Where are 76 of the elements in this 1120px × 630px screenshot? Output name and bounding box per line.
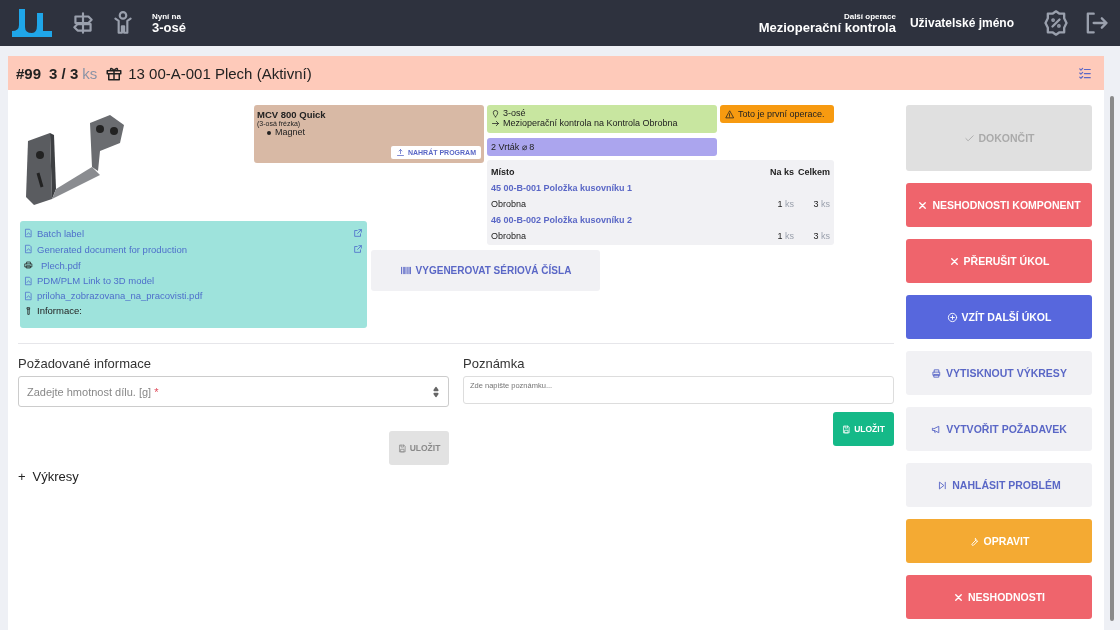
section-title: Poznámka — [463, 356, 526, 373]
document-link[interactable]: priloha_zobrazovana_na_pracovisti.pdf — [37, 290, 203, 301]
part-name: 13 00-A-001 Plech (Aktivní) — [128, 64, 312, 82]
workplace-name: 3-osé — [503, 108, 526, 118]
printer-icon — [24, 260, 33, 270]
tool-label: 2 Vrták ⌀ 8 — [487, 138, 717, 156]
column-header: Místo — [491, 167, 516, 177]
machine-name: MCV 800 Quick — [257, 109, 327, 120]
save-button[interactable]: ULOŽIT — [833, 412, 894, 446]
quantity-cell: 3 ks — [813, 199, 830, 209]
section-title: Požadované informace — [18, 356, 152, 373]
section-title: Výkresy — [32, 468, 79, 484]
printer-icon — [931, 367, 943, 379]
info-icon — [24, 305, 33, 316]
barcode-icon — [399, 266, 412, 275]
close-icon — [953, 591, 964, 603]
generate-serials-button[interactable]: VYGENEROVAT SÉRIOVÁ ČÍSLA — [371, 250, 600, 291]
action-button[interactable]: NESHODNOSTI — [906, 575, 1092, 619]
quantity-cell: 1 ks — [777, 199, 794, 209]
document-icon — [24, 290, 33, 301]
check-icon — [963, 132, 975, 144]
column-header: Celkem — [796, 167, 830, 177]
external-link-icon[interactable] — [353, 244, 363, 254]
skip-icon — [937, 479, 949, 491]
document-icon — [24, 244, 33, 254]
quantity-cell: 3 ks — [813, 231, 830, 241]
now-value: 3-osé — [152, 21, 186, 34]
action-button[interactable]: VYTVOŘIT POŽADAVEK — [906, 407, 1092, 451]
document-icon — [24, 228, 33, 238]
spinner-arrows-icon — [432, 385, 440, 398]
document-link[interactable]: Plech.pdf — [41, 259, 81, 271]
discount-badge-icon[interactable] — [1042, 9, 1070, 37]
signpost-icon[interactable] — [70, 10, 96, 36]
component-link[interactable]: 45 00-B-001 Položka kusovníku 1 — [491, 183, 830, 193]
action-button[interactable]: VZÍT DALŠÍ ÚKOL — [906, 295, 1092, 339]
wrench-icon — [968, 535, 980, 547]
close-icon — [948, 255, 960, 267]
component-link[interactable]: 46 00-B-002 Položka kusovníku 2 — [491, 215, 830, 225]
document-link[interactable]: Batch label — [37, 227, 84, 239]
next-label: Další operace — [843, 12, 896, 21]
action-button[interactable]: OPRAVIT — [906, 519, 1092, 563]
external-link-icon[interactable] — [353, 228, 363, 238]
piece-count: 3 / 3 — [49, 64, 79, 82]
unit-label: ks — [82, 64, 98, 82]
action-button[interactable]: NESHODNOSTI KOMPONENT — [906, 183, 1092, 227]
document-icon — [24, 275, 33, 286]
now-label: Nyní na — [152, 12, 182, 21]
bullet-icon — [267, 130, 271, 135]
action-button[interactable]: NAHLÁSIT PROBLÉM — [906, 463, 1092, 507]
upload-icon — [395, 148, 405, 157]
place-cell-text: Obrobna — [491, 199, 528, 209]
save-icon — [397, 443, 407, 453]
action-button[interactable]: VYTISKNOUT VÝKRESY — [906, 351, 1092, 395]
place-cell-text: Obrobna — [491, 231, 528, 241]
tool-item: Magnet — [275, 127, 306, 137]
expand-icon[interactable]: + — [18, 468, 26, 484]
weight-field[interactable]: Zadejte hmotnost dílu. [g] * — [18, 376, 449, 407]
checklist-icon[interactable] — [1078, 66, 1092, 80]
logo[interactable] — [10, 7, 54, 39]
close-icon — [917, 199, 929, 211]
save-icon — [842, 424, 852, 434]
document-link[interactable]: Generated document for production — [37, 243, 187, 255]
warning-text: Toto je první operace. — [738, 109, 825, 119]
warning-icon — [725, 109, 734, 119]
user-name[interactable]: Uživatelské jméno — [909, 16, 1014, 30]
column-header: Na ks — [768, 167, 794, 177]
info-label: Informace: — [37, 305, 82, 316]
task-number: #99 — [16, 64, 42, 82]
document-link[interactable]: PDM/PLM Link to 3D model — [37, 275, 155, 286]
quantity-cell: 1 ks — [777, 231, 794, 241]
plus-circle-icon — [946, 311, 958, 323]
next-value: Mezioperační kontrola — [758, 21, 896, 34]
location-pin-icon — [491, 108, 500, 118]
action-button[interactable]: PŘERUŠIT ÚKOL — [906, 239, 1092, 283]
arrow-right-icon — [491, 118, 500, 128]
next-operation: Mezioperační kontrola na Kontrola Obrobna — [503, 118, 678, 128]
